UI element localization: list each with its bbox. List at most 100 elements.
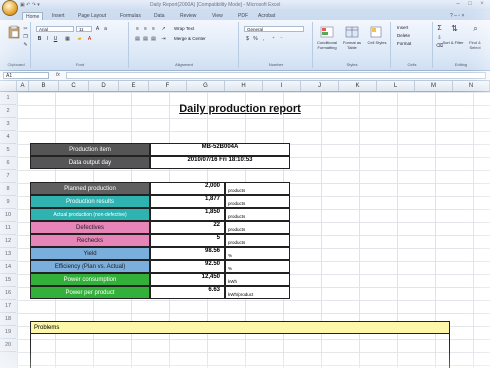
metric-value[interactable]: 98.56 xyxy=(150,247,225,260)
column-header-k[interactable]: K xyxy=(339,81,377,91)
row-header-7[interactable]: 7 xyxy=(0,170,16,183)
paste-icon[interactable] xyxy=(7,25,21,39)
row-header-10[interactable]: 10 xyxy=(0,209,16,222)
column-header-h[interactable]: H xyxy=(225,81,263,91)
help-icon[interactable]: ? – ▫ × xyxy=(450,12,464,20)
format-cells-button[interactable]: Format xyxy=(395,41,429,47)
italic-icon[interactable]: I xyxy=(44,36,51,42)
column-header-e[interactable]: E xyxy=(119,81,149,91)
row-header-3[interactable]: 3 xyxy=(0,118,16,131)
row-header-18[interactable]: 18 xyxy=(0,313,16,326)
indent-icon[interactable]: ⇥ xyxy=(160,36,167,42)
row-header-1[interactable]: 1 xyxy=(0,92,16,105)
tab-view[interactable]: View xyxy=(212,12,223,20)
quick-access-toolbar[interactable]: ▣ ↶ ↷ ▾ xyxy=(20,2,40,8)
number-format-dropdown[interactable]: General xyxy=(244,26,304,32)
tab-page-layout[interactable]: Page Layout xyxy=(78,12,106,20)
currency-icon[interactable]: $ xyxy=(244,36,251,42)
borders-icon[interactable]: ▦ xyxy=(64,36,71,42)
row-header-17[interactable]: 17 xyxy=(0,300,16,313)
tab-formulas[interactable]: Formulas xyxy=(120,12,141,20)
grow-font-icon[interactable]: A xyxy=(94,26,101,32)
metric-value[interactable]: 1,877 xyxy=(150,195,225,208)
metric-value[interactable]: 22 xyxy=(150,221,225,234)
tab-data[interactable]: Data xyxy=(154,12,165,20)
row-header-12[interactable]: 12 xyxy=(0,235,16,248)
delete-cells-button[interactable]: Delete xyxy=(395,33,429,39)
column-header-l[interactable]: L xyxy=(377,81,415,91)
copy-icon[interactable]: ❐ xyxy=(22,34,29,40)
close-button[interactable]: × xyxy=(476,1,488,9)
align-center-icon[interactable]: ▤ xyxy=(142,36,149,42)
row-header-15[interactable]: 15 xyxy=(0,274,16,287)
row-header-14[interactable]: 14 xyxy=(0,261,16,274)
metric-value[interactable]: 5 xyxy=(150,234,225,247)
insert-cells-button[interactable]: Insert xyxy=(395,25,429,31)
row-header-11[interactable]: 11 xyxy=(0,222,16,235)
column-header-j[interactable]: J xyxy=(301,81,339,91)
minimize-button[interactable]: – xyxy=(452,1,464,9)
percent-icon[interactable]: % xyxy=(252,36,259,42)
tab-acrobat[interactable]: Acrobat xyxy=(258,12,275,20)
row-header-20[interactable]: 20 xyxy=(0,339,16,352)
column-header-f[interactable]: F xyxy=(149,81,187,91)
row-header-19[interactable]: 19 xyxy=(0,326,16,339)
column-header-d[interactable]: D xyxy=(89,81,119,91)
align-middle-icon[interactable]: ≡ xyxy=(142,26,149,32)
format-painter-icon[interactable]: ✎ xyxy=(22,42,29,48)
row-header-13[interactable]: 13 xyxy=(0,248,16,261)
data-output-day-value[interactable]: 2010/07/16 Fri 18:10:53 xyxy=(150,156,290,169)
orientation-icon[interactable]: ↗ xyxy=(160,26,167,32)
font-name-dropdown[interactable]: Arial xyxy=(36,26,74,32)
tab-pdf[interactable]: PDF xyxy=(238,12,248,20)
decrease-decimal-icon[interactable]: ⁻ xyxy=(278,36,285,42)
row-header-6[interactable]: 6 xyxy=(0,157,16,170)
align-right-icon[interactable]: ▤ xyxy=(150,36,157,42)
autosum-icon[interactable]: Σ xyxy=(436,25,443,32)
sort-filter-icon[interactable]: ⇅ xyxy=(451,25,458,33)
cell-styles-icon[interactable] xyxy=(369,25,383,39)
metric-value[interactable]: 1,850 xyxy=(150,208,225,221)
tab-insert[interactable]: Insert xyxy=(52,12,65,20)
column-header-a[interactable]: A xyxy=(17,81,29,91)
align-bottom-icon[interactable]: ≡ xyxy=(150,26,157,32)
font-color-icon[interactable]: A xyxy=(86,36,93,42)
wrap-text-button[interactable]: Wrap Text xyxy=(172,26,212,32)
row-header-2[interactable]: 2 xyxy=(0,105,16,118)
metric-value[interactable]: 92.50 xyxy=(150,260,225,273)
cut-icon[interactable]: ✂ xyxy=(22,26,29,32)
align-top-icon[interactable]: ≡ xyxy=(134,26,141,32)
column-header-n[interactable]: N xyxy=(453,81,490,91)
column-header-i[interactable]: I xyxy=(263,81,301,91)
shrink-font-icon[interactable]: a xyxy=(102,26,109,32)
column-header-m[interactable]: M xyxy=(415,81,453,91)
formula-input[interactable] xyxy=(66,72,486,79)
problems-area[interactable] xyxy=(30,334,450,368)
metric-value[interactable]: 6.63 xyxy=(150,286,225,299)
row-header-9[interactable]: 9 xyxy=(0,196,16,209)
maximize-button[interactable]: □ xyxy=(464,1,476,9)
conditional-formatting-icon[interactable] xyxy=(320,25,334,39)
row-header-4[interactable]: 4 xyxy=(0,131,16,144)
function-icon[interactable]: fx xyxy=(56,72,60,78)
row-header-8[interactable]: 8 xyxy=(0,183,16,196)
fill-color-icon[interactable]: ▰ xyxy=(76,36,83,42)
column-header-c[interactable]: C xyxy=(59,81,89,91)
find-select-icon[interactable]: ⌕ xyxy=(472,25,479,33)
metric-value[interactable]: 12,450 xyxy=(150,273,225,286)
production-item-value[interactable]: MB-52B004A xyxy=(150,143,290,156)
metric-value[interactable]: 2,000 xyxy=(150,182,225,195)
name-box[interactable]: A1 xyxy=(3,72,49,79)
bold-icon[interactable]: B xyxy=(36,36,43,42)
comma-icon[interactable]: , xyxy=(260,36,267,42)
underline-icon[interactable]: U xyxy=(52,36,59,42)
office-button[interactable] xyxy=(2,0,18,16)
format-as-table-icon[interactable] xyxy=(345,25,359,39)
increase-decimal-icon[interactable]: ⁺ xyxy=(270,36,277,42)
align-left-icon[interactable]: ▤ xyxy=(134,36,141,42)
font-size-dropdown[interactable]: 11 xyxy=(76,26,92,32)
select-all-corner[interactable] xyxy=(0,81,17,91)
tab-review[interactable]: Review xyxy=(180,12,196,20)
merge-center-button[interactable]: Merge & Center xyxy=(172,36,222,42)
column-header-g[interactable]: G xyxy=(187,81,225,91)
